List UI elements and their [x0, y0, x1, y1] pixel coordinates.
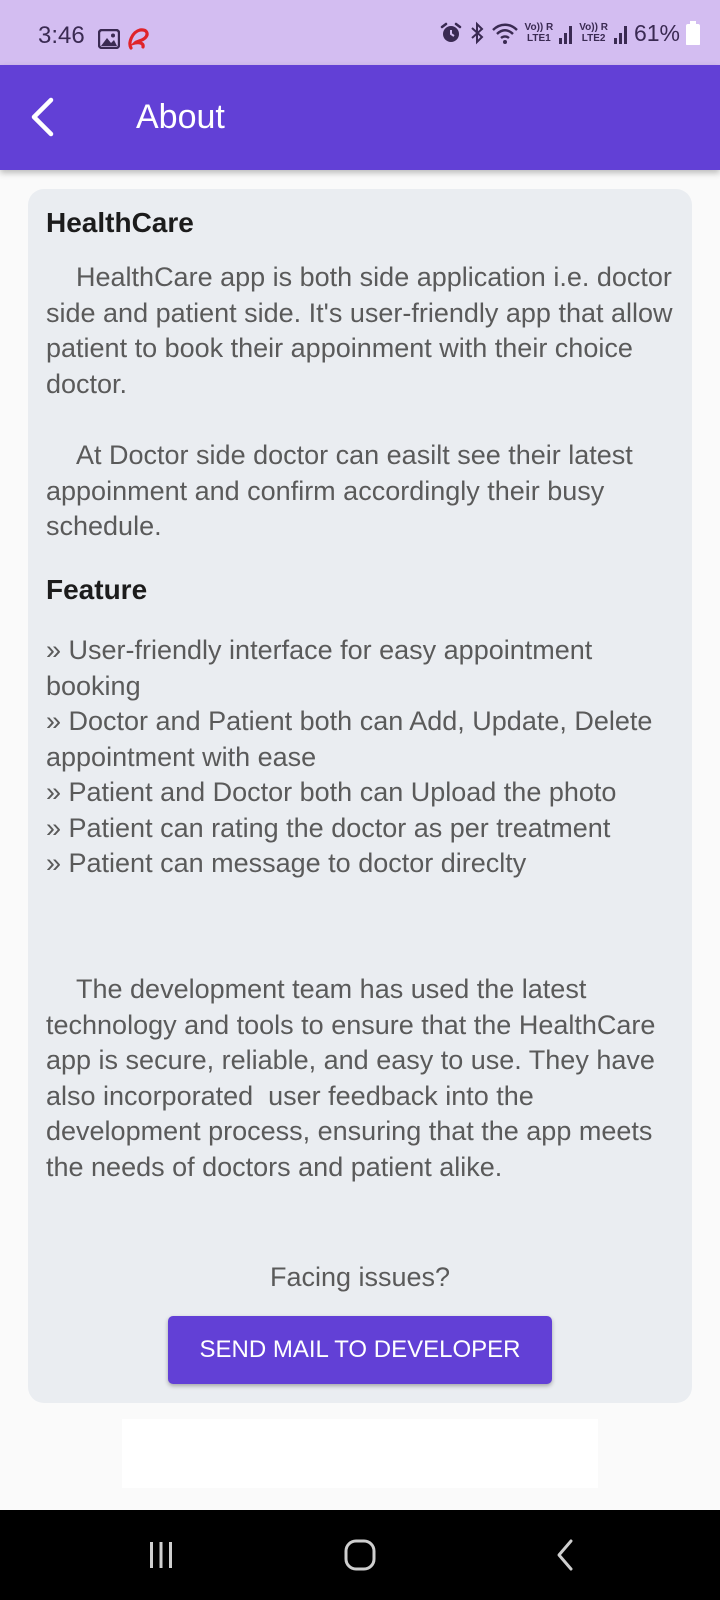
sim1-label: Vo)) R LTE1	[524, 22, 554, 44]
feature-item: » User-friendly interface for easy appoi…	[46, 635, 593, 701]
wifi-icon	[491, 23, 518, 44]
facing-issues-text: Facing issues?	[269, 1262, 451, 1292]
doctor-side-paragraph: At Doctor side doctor can easilt see the…	[46, 440, 641, 541]
intro-paragraph: HealthCare app is both side application …	[46, 262, 681, 399]
recent-apps-icon	[150, 1542, 172, 1568]
app-name-heading: HealthCare	[46, 207, 194, 238]
status-bar: 3:46 Vo)) R LTE1 Vo)) R LTE2 61%	[0, 0, 720, 65]
feature-item: » Patient can message to doctor direclty	[46, 848, 527, 878]
recent-apps-button[interactable]	[131, 1532, 191, 1578]
bluetooth-icon	[470, 21, 483, 45]
battery-percent: 61%	[633, 19, 680, 46]
sim2-label: Vo)) R LTE2	[579, 22, 608, 44]
airtel-icon	[128, 28, 149, 50]
banner-area	[122, 1419, 598, 1488]
feature-list: » User-friendly interface for easy appoi…	[46, 633, 678, 882]
back-button[interactable]	[22, 95, 62, 139]
signal-icon	[613, 26, 627, 44]
send-mail-button[interactable]: SEND MAIL TO DEVELOPER	[168, 1316, 552, 1384]
gallery-icon	[98, 29, 120, 49]
battery-icon	[686, 21, 700, 45]
home-icon	[344, 1539, 376, 1571]
back-arrow-icon	[31, 97, 54, 137]
app-bar: About	[0, 65, 720, 170]
about-card: HealthCare HealthCare app is both side a…	[28, 189, 692, 1403]
feature-item: » Patient and Doctor both can Upload the…	[46, 777, 617, 807]
feature-item: » Doctor and Patient both can Add, Updat…	[46, 706, 653, 772]
alarm-icon	[440, 22, 461, 42]
navigation-bar	[0, 1510, 720, 1600]
development-paragraph: The development team has used the latest…	[46, 974, 663, 1182]
signal-icon	[559, 26, 573, 44]
feature-item: » Patient can rating the doctor as per t…	[46, 812, 611, 843]
back-icon	[557, 1539, 573, 1571]
home-button[interactable]	[330, 1532, 390, 1578]
feature-heading: Feature	[46, 574, 148, 605]
page-title: About	[136, 98, 225, 136]
status-time: 3:46	[38, 22, 85, 49]
system-back-button[interactable]	[535, 1532, 595, 1578]
